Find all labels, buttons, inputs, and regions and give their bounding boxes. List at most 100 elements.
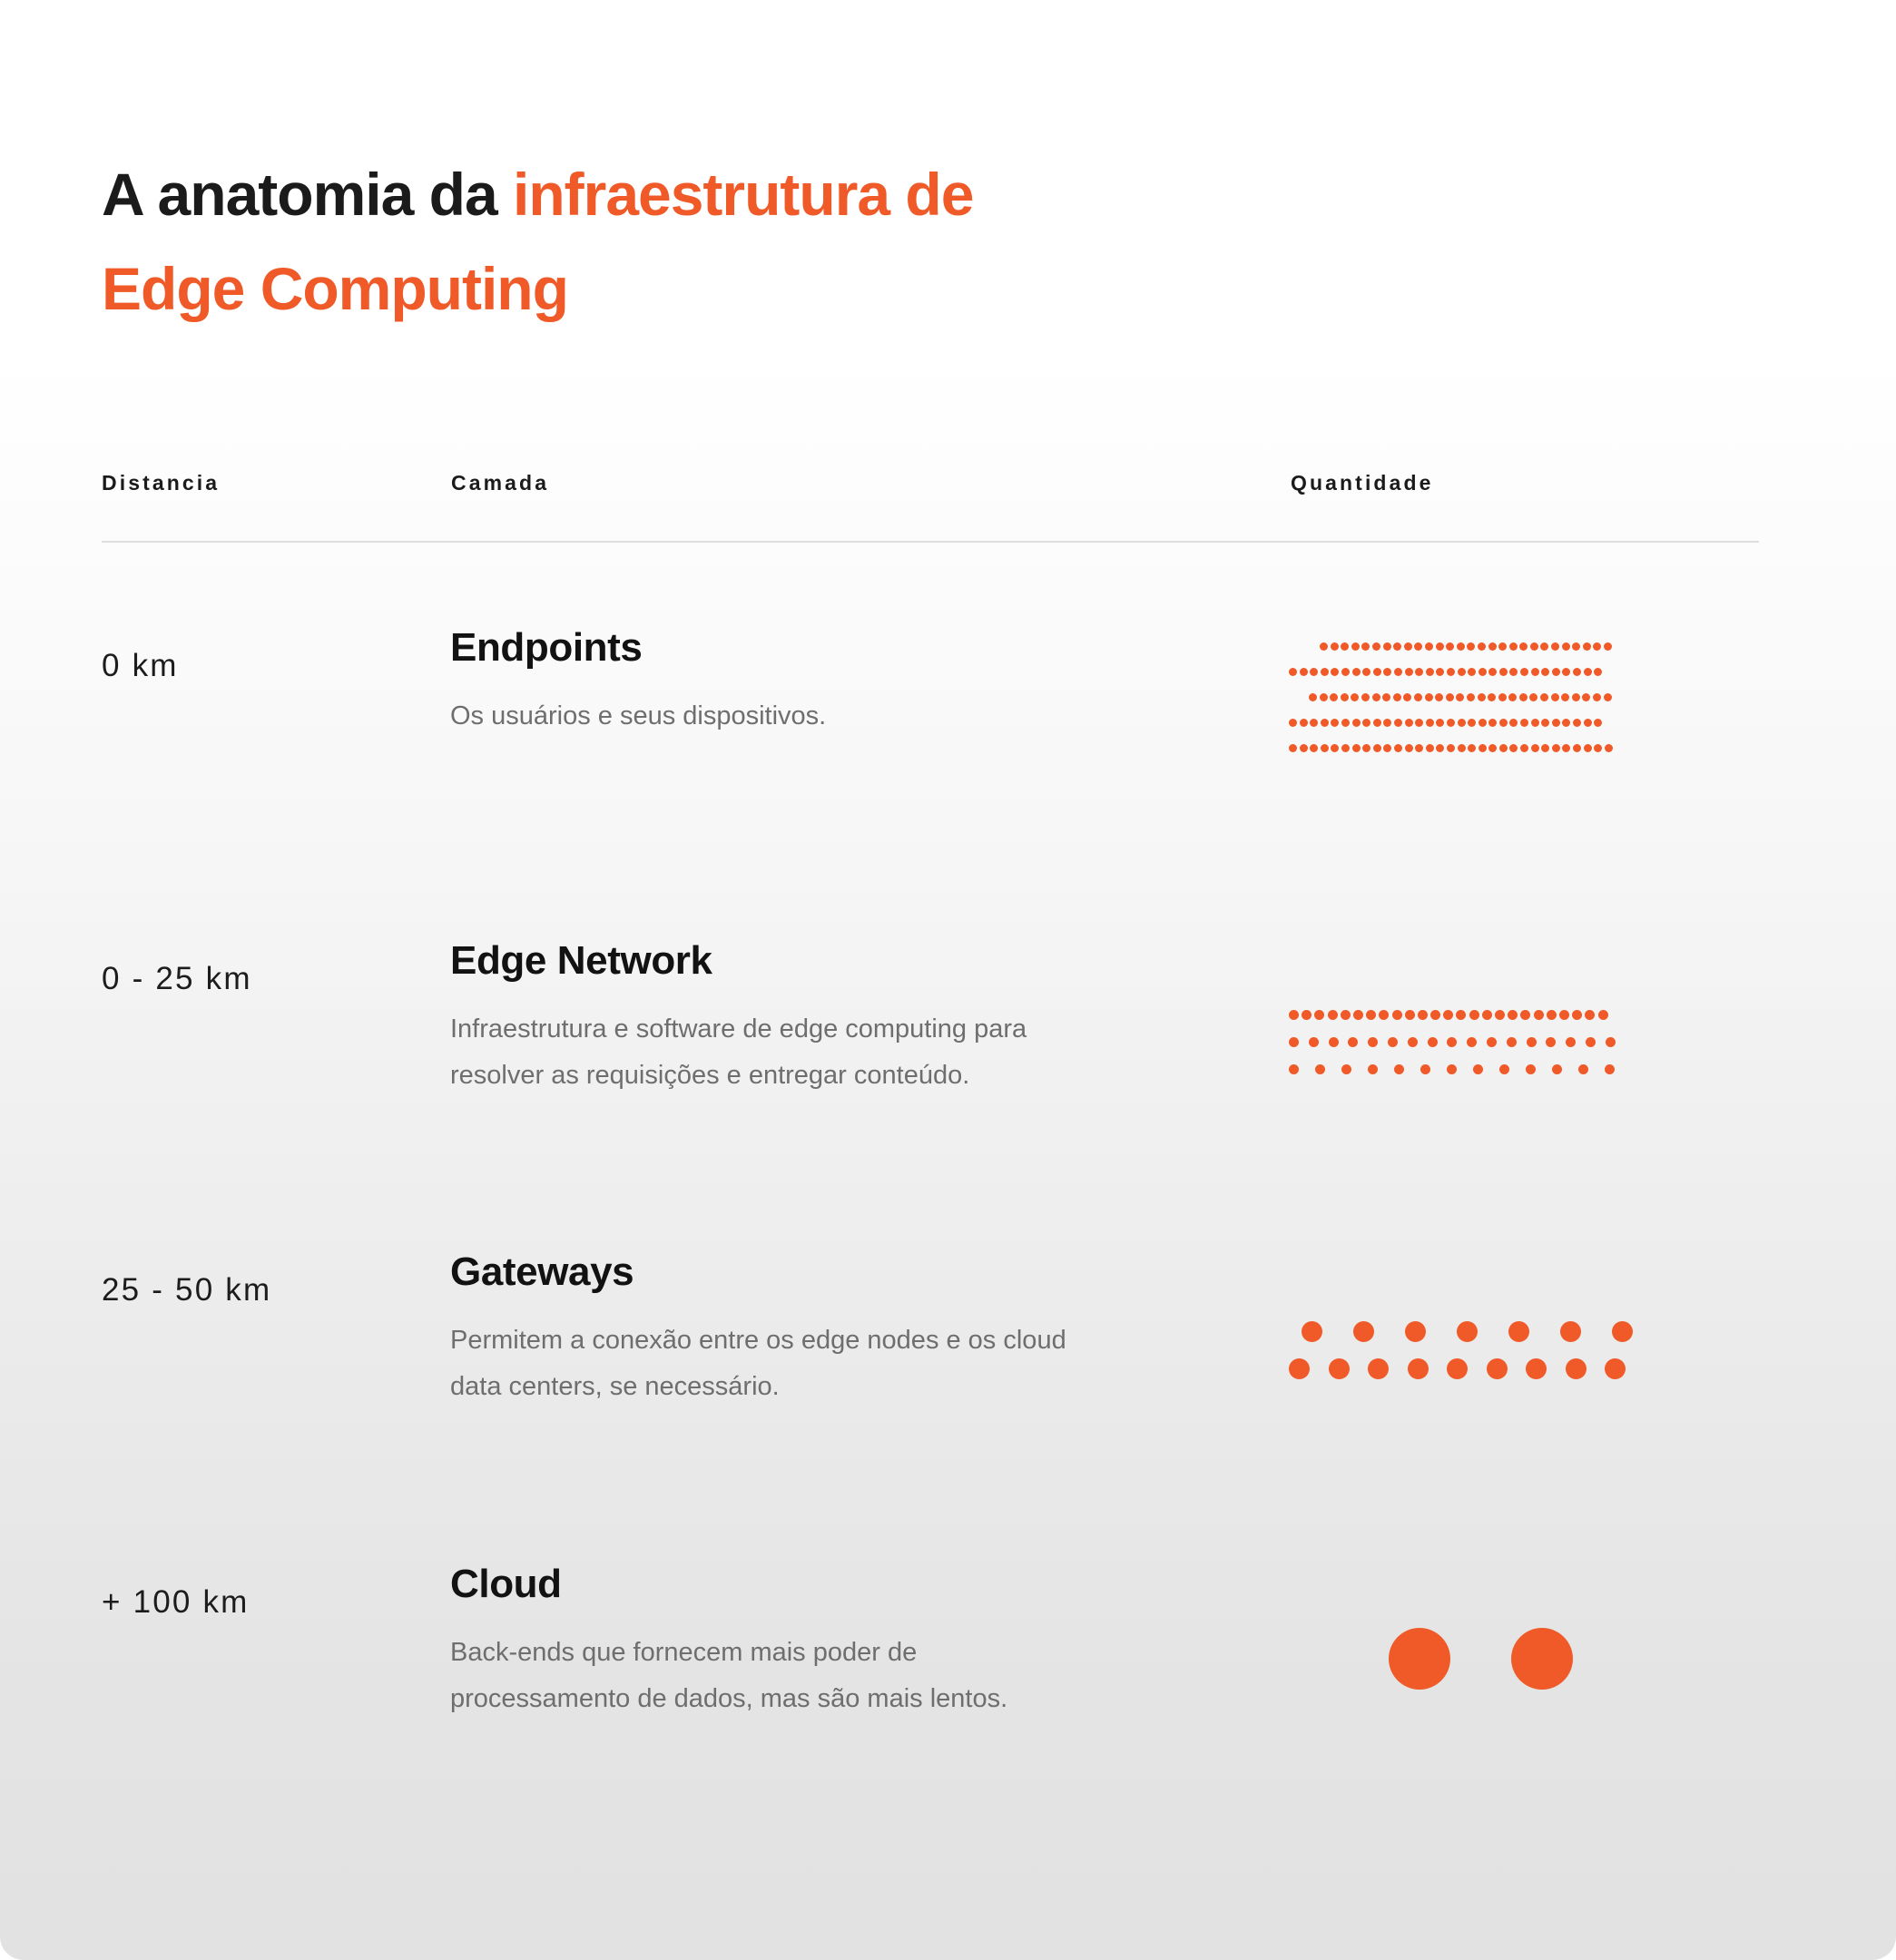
quantity-dot [1330, 642, 1339, 651]
quantity-dot [1508, 1010, 1518, 1020]
quantity-dot [1551, 642, 1560, 651]
quantity-dot [1310, 744, 1319, 752]
quantity-dot [1508, 693, 1518, 701]
page-title: A anatomia da infraestrutura de Edge Com… [102, 147, 1463, 337]
quantity-dot [1520, 668, 1529, 676]
quantity-dot [1565, 1358, 1587, 1379]
quantity-dot [1299, 744, 1308, 752]
quantity-dot [1530, 668, 1539, 676]
quantity-dot [1552, 1064, 1562, 1074]
quantity-dot [1457, 744, 1466, 752]
quantity-dot [1302, 1321, 1322, 1342]
quantity-dot [1289, 1037, 1299, 1047]
row-distance: 0 - 25 km [102, 961, 252, 996]
quantity-dot [1456, 642, 1465, 651]
row-layer-description: Os usuários e seus dispositivos. [450, 701, 827, 731]
quantity-dot [1604, 744, 1613, 752]
quantity-dot [1571, 693, 1580, 701]
quantity-dot [1320, 719, 1329, 727]
row-layer-block: Endpoints Os usuários e seus dispositivo… [450, 625, 1140, 740]
quantity-dot [1486, 1037, 1497, 1047]
row-distance: 0 km [102, 648, 179, 683]
row-layer-block: Cloud Back-ends que fornecem mais poder … [450, 1562, 1140, 1722]
quantity-dot [1498, 642, 1508, 651]
quantity-dot [1320, 642, 1328, 651]
quantity-dot [1445, 693, 1454, 701]
quantity-dot [1508, 642, 1518, 651]
quantity-dot [1457, 668, 1466, 676]
quantity-dot [1546, 1037, 1557, 1047]
quantity-dot [1520, 1010, 1531, 1020]
quantity-dot [1519, 642, 1528, 651]
quantity-dot [1526, 1358, 1547, 1379]
dot-row [1289, 693, 1761, 719]
quantity-dot [1319, 693, 1328, 701]
quantity-dot [1436, 719, 1445, 727]
row-distance: 25 - 50 km [102, 1272, 272, 1308]
quantity-dot [1526, 1037, 1537, 1047]
quantity-dot [1393, 642, 1402, 651]
quantity-dot [1393, 744, 1402, 752]
quantity-dot [1583, 744, 1592, 752]
quantity-dot [1478, 719, 1487, 727]
quantity-dot [1573, 719, 1582, 727]
quantity-dot [1309, 693, 1317, 701]
quantity-dot [1466, 693, 1475, 701]
quantity-dot [1526, 1064, 1536, 1074]
quantity-dot [1585, 1037, 1596, 1047]
quantity-dot [1533, 1010, 1544, 1020]
quantity-dot [1351, 744, 1361, 752]
title-part-accent-1: infraestrutura de [513, 161, 974, 229]
quantity-dot [1427, 1037, 1438, 1047]
quantity-dot [1403, 642, 1412, 651]
quantity-dot [1414, 642, 1423, 651]
quantity-dot [1366, 1010, 1377, 1020]
quantity-dot [1289, 719, 1297, 727]
quantity-dot [1473, 1064, 1483, 1074]
quantity-dot [1413, 693, 1422, 701]
quantity-dot [1488, 668, 1498, 676]
dot-row [1289, 1628, 1761, 1700]
quantity-dot [1340, 1010, 1351, 1020]
quantity-dot [1407, 1037, 1418, 1047]
quantity-dot [1341, 642, 1350, 651]
quantity-dot [1404, 1010, 1415, 1020]
quantity-dot [1540, 693, 1549, 701]
quantity-dot [1562, 668, 1571, 676]
quantity-dot [1495, 1010, 1505, 1020]
quantity-dot [1328, 1358, 1350, 1379]
quantity-dot [1593, 642, 1602, 651]
quantity-dot [1572, 1010, 1583, 1020]
quantity-dot [1498, 744, 1508, 752]
quantity-dot [1509, 744, 1518, 752]
row-layer-name: Endpoints [450, 625, 643, 670]
column-header-distance: Distancia [102, 471, 221, 495]
row-layer-block: Edge Network Infraestrutura e software d… [450, 938, 1140, 1099]
quantity-dot [1368, 1064, 1378, 1074]
dot-row [1289, 668, 1761, 693]
row-layer-name: Cloud [450, 1562, 562, 1606]
quantity-dot [1447, 1358, 1468, 1379]
quantity-dot [1436, 744, 1445, 752]
quantity-dot [1541, 744, 1550, 752]
quantity-dot [1352, 1010, 1363, 1020]
quantity-dot [1541, 668, 1550, 676]
quantity-dot [1415, 719, 1424, 727]
quantity-dot [1550, 693, 1559, 701]
quantity-dot [1541, 719, 1550, 727]
quantity-dot [1546, 1010, 1557, 1020]
quantity-dot [1498, 668, 1508, 676]
row-quantity-dots [1289, 1010, 1761, 1092]
quantity-dot [1383, 744, 1392, 752]
quantity-dot [1362, 668, 1371, 676]
quantity-dot [1540, 642, 1549, 651]
quantity-dot [1488, 642, 1497, 651]
quantity-dot [1583, 668, 1592, 676]
quantity-dot [1382, 693, 1391, 701]
quantity-dot [1594, 719, 1603, 727]
quantity-dot [1361, 693, 1370, 701]
quantity-dot [1425, 668, 1434, 676]
quantity-dot [1573, 744, 1582, 752]
dot-row [1289, 744, 1761, 769]
quantity-dot [1368, 1037, 1379, 1047]
